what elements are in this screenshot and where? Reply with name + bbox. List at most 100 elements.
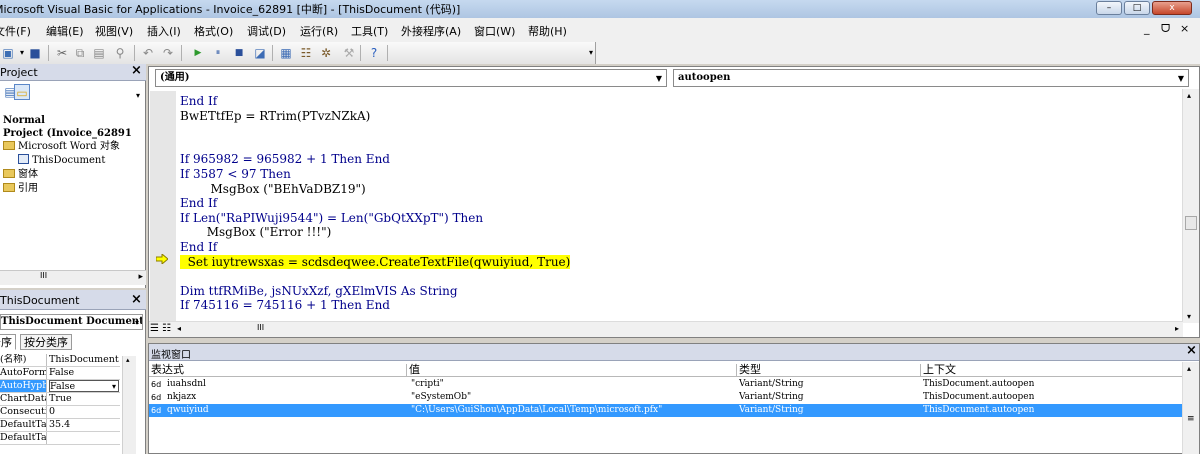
code-vscrollbar[interactable]: ▴ ▾ xyxy=(1182,89,1199,323)
restore-button[interactable]: □ xyxy=(1124,1,1150,15)
toolbox-icon[interactable]: ⚒ xyxy=(341,45,357,61)
tree-node-thisdocument[interactable]: ThisDocument xyxy=(18,154,105,167)
scroll-up-icon[interactable]: ▴ xyxy=(1187,91,1191,100)
tab-categorized[interactable]: 按分类序 xyxy=(20,334,72,350)
undo-icon[interactable]: ↶ xyxy=(140,45,156,61)
watch-row[interactable]: 6ď iuahsdnl "cripti" Variant/String ThisDocu… xyxy=(149,378,1183,391)
chevron-down-icon[interactable]: ▼ xyxy=(656,70,662,86)
watch-vscrollbar[interactable]: ▴ ≡ xyxy=(1182,362,1199,454)
code-line-current[interactable]: Set iuytrewsxas = scdsdeqwee.CreateTextF… xyxy=(180,254,571,270)
column-header-value[interactable]: 值 xyxy=(407,364,737,377)
code-line[interactable]: End If xyxy=(180,94,217,109)
property-value[interactable]: 0 xyxy=(49,406,119,418)
code-line[interactable]: End If xyxy=(180,196,217,211)
close-icon[interactable]: × xyxy=(1185,344,1198,358)
design-mode-icon[interactable]: ◪ xyxy=(252,45,268,61)
reset-icon[interactable]: ■ xyxy=(231,45,247,61)
property-row[interactable]: (名称) ThisDocument xyxy=(0,354,120,367)
run-icon[interactable]: ▶ xyxy=(190,45,206,61)
property-value[interactable]: ThisDocument xyxy=(49,354,119,366)
break-icon[interactable]: ⏸ xyxy=(210,45,226,61)
procedure-list-combo[interactable]: autoopen ▼ xyxy=(673,69,1189,87)
project-explorer-icon[interactable]: ▦ xyxy=(278,45,294,61)
object-list-combo[interactable]: (通用) ▼ xyxy=(155,69,667,87)
close-icon[interactable]: × xyxy=(130,293,143,307)
scroll-thumb-grip-icon[interactable]: ≡ xyxy=(1187,414,1195,424)
tree-node-project[interactable]: Project (Invoice_62891 xyxy=(3,127,132,140)
close-button[interactable]: x xyxy=(1152,1,1192,15)
property-value[interactable]: False xyxy=(49,367,119,379)
code-line[interactable]: Dim ttfRMiBe, jsNUxXzf, gXElmVIS As Stri… xyxy=(180,284,458,299)
column-header-context[interactable]: 上下文 xyxy=(921,364,1183,377)
scroll-thumb[interactable] xyxy=(1185,216,1197,230)
code-line[interactable]: If 745116 = 745116 + 1 Then End xyxy=(180,298,390,313)
menu-format[interactable]: 格式(O) xyxy=(194,23,233,39)
code-hscrollbar[interactable]: ☰ ☷ ◂ III ▸ xyxy=(149,321,1183,337)
help-icon[interactable]: ? xyxy=(366,45,382,61)
find-icon[interactable]: ⚲ xyxy=(112,45,128,61)
redo-icon[interactable]: ↷ xyxy=(160,45,176,61)
full-module-view-icon[interactable]: ☷ xyxy=(162,323,171,334)
menu-tools[interactable]: 工具(T) xyxy=(351,23,388,39)
property-row[interactable]: ChartDataPointTrackTrue xyxy=(0,393,120,406)
property-row[interactable]: AutoFormatOverrideFalse xyxy=(0,367,120,380)
chevron-down-icon[interactable]: ▾ xyxy=(135,315,139,329)
scroll-left-icon[interactable]: ◂ xyxy=(177,324,181,333)
tree-node-forms[interactable]: 窗体 xyxy=(3,168,38,181)
project-pane-hscrollbar[interactable]: III ▸ xyxy=(0,270,146,285)
code-line[interactable]: MsgBox ("Error !!!") xyxy=(180,225,332,240)
code-line[interactable]: End If xyxy=(180,240,217,255)
chevron-down-icon[interactable]: ▾ xyxy=(112,381,116,391)
margin-indicator-bar[interactable] xyxy=(150,91,176,321)
menu-file[interactable]: 文件(F) xyxy=(0,23,31,39)
menu-view[interactable]: 视图(V) xyxy=(95,23,133,39)
properties-vscrollbar[interactable]: ▴ xyxy=(122,356,136,454)
menu-edit[interactable]: 编辑(E) xyxy=(46,23,84,39)
code-line[interactable]: MsgBox ("BEhVaDBZ19") xyxy=(180,182,366,197)
procedure-view-icon[interactable]: ☰ xyxy=(150,323,159,334)
mdi-close-button[interactable]: × xyxy=(1180,22,1189,35)
mdi-minimize-button[interactable]: _ xyxy=(1144,22,1150,35)
property-row[interactable]: DefaultTargetFrame xyxy=(0,432,120,445)
toggle-folders-icon[interactable]: ▭ xyxy=(14,84,30,100)
menu-help[interactable]: 帮助(H) xyxy=(528,23,567,39)
scroll-down-icon[interactable]: ▾ xyxy=(1187,312,1191,321)
property-value[interactable] xyxy=(49,432,119,444)
scroll-thumb[interactable]: III xyxy=(257,323,264,332)
save-icon[interactable]: ■ xyxy=(27,45,43,61)
column-header-expression[interactable]: 表达式 xyxy=(149,364,407,377)
scroll-right-icon[interactable]: ▸ xyxy=(138,272,143,282)
scroll-up-icon[interactable]: ▴ xyxy=(126,356,130,364)
menu-addins[interactable]: 外接程序(A) xyxy=(401,23,461,39)
scroll-up-icon[interactable]: ▴ xyxy=(1187,364,1191,373)
pane-scroll-icon[interactable]: ▾ xyxy=(130,88,146,104)
tree-node-normal[interactable]: Normal xyxy=(3,114,45,127)
menu-run[interactable]: 运行(R) xyxy=(300,23,338,39)
properties-icon[interactable]: ☷ xyxy=(298,45,314,61)
chevron-down-icon[interactable]: ▼ xyxy=(1178,70,1184,86)
property-value[interactable]: True xyxy=(49,393,119,405)
object-browser-icon[interactable]: ✲ xyxy=(318,45,334,61)
copy-icon[interactable]: ⧉ xyxy=(72,45,88,61)
tree-node-references[interactable]: 引用 xyxy=(3,182,38,195)
property-row-selected[interactable]: AutoHyphenationFalse ▾ xyxy=(0,380,120,393)
scroll-thumb[interactable]: III xyxy=(40,271,47,280)
paste-icon[interactable]: ▤ xyxy=(91,45,107,61)
menu-debug[interactable]: 调试(D) xyxy=(247,23,286,39)
toolbar-options-icon[interactable]: ▾ xyxy=(583,45,599,61)
menu-window[interactable]: 窗口(W) xyxy=(474,23,515,39)
code-line[interactable]: If 965982 = 965982 + 1 Then End xyxy=(180,152,390,167)
code-line[interactable]: BwETtfEp = RTrim(PTvzNZkA) xyxy=(180,109,370,124)
property-value[interactable]: 35.4 xyxy=(49,419,119,431)
property-value-combo[interactable]: False ▾ xyxy=(49,380,119,392)
property-row[interactable]: ConsecutiveHyphensLimit0 xyxy=(0,406,120,419)
code-line[interactable]: If Len("RaPIWuji9544") = Len("GbQtXXpT")… xyxy=(180,211,483,226)
watch-row-selected[interactable]: 6ď qwuiyiud "C:\Users\GuiShou\AppData\Loca… xyxy=(149,404,1183,417)
column-header-type[interactable]: 类型 xyxy=(737,364,921,377)
watch-row[interactable]: 6ď nkjazx "eSystemOb" Variant/String ThisDoc… xyxy=(149,391,1183,404)
menu-insert[interactable]: 插入(I) xyxy=(147,23,181,39)
object-combo[interactable]: ThisDocument Document ▾ xyxy=(0,314,143,330)
close-icon[interactable]: × xyxy=(130,64,143,78)
mdi-restore-button[interactable]: ᗜ xyxy=(1161,22,1170,36)
property-row[interactable]: DefaultTabStop35.4 xyxy=(0,419,120,432)
